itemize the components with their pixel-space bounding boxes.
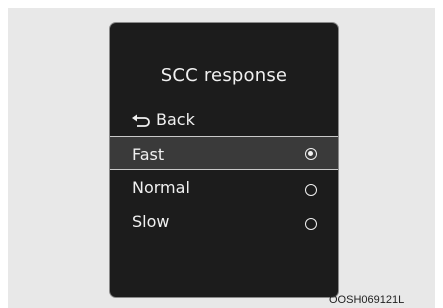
option-label: Slow bbox=[132, 212, 170, 231]
radio-empty-icon bbox=[305, 218, 317, 230]
option-label: Fast bbox=[132, 145, 165, 164]
back-label: Back bbox=[156, 110, 195, 129]
radio-empty-icon bbox=[305, 184, 317, 196]
option-normal[interactable]: Normal bbox=[110, 170, 338, 204]
scc-response-menu: SCC response Back Fast Normal Slow bbox=[109, 22, 339, 298]
return-arrow-icon bbox=[132, 114, 150, 127]
option-slow[interactable]: Slow bbox=[110, 204, 338, 238]
radio-selected-icon bbox=[305, 148, 317, 160]
option-label: Normal bbox=[132, 178, 190, 197]
back-button[interactable]: Back bbox=[131, 110, 195, 129]
image-code-caption: OOSH069121L bbox=[329, 294, 405, 306]
menu-title: SCC response bbox=[160, 65, 288, 86]
option-fast[interactable]: Fast bbox=[110, 136, 338, 170]
